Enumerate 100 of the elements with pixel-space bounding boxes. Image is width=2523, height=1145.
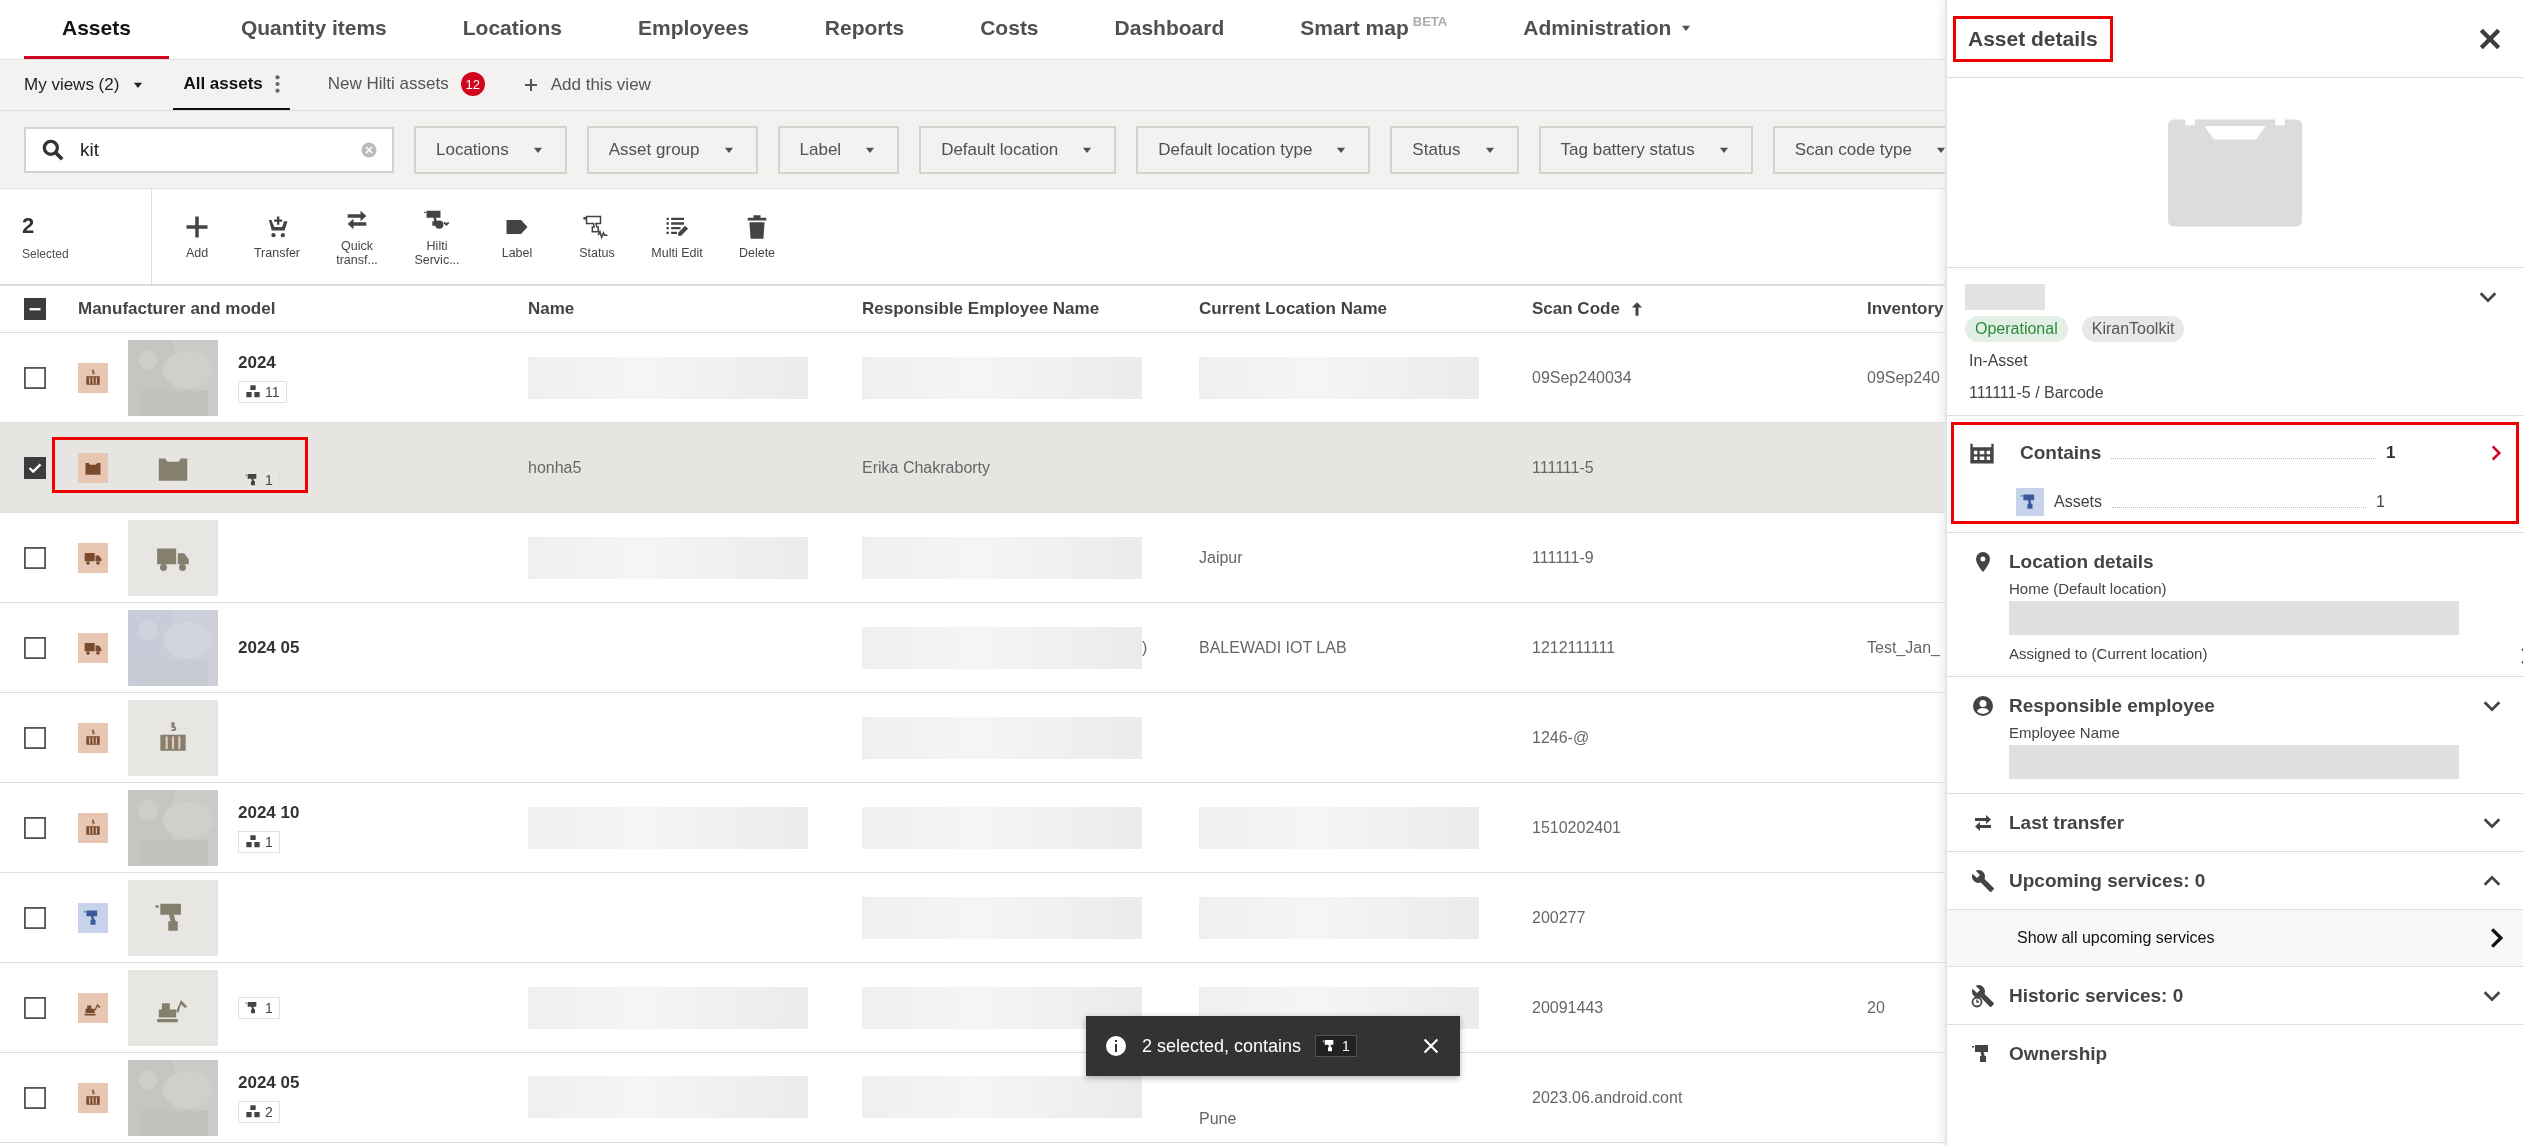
nav-tab[interactable]: Employees: [599, 0, 787, 59]
nav-tab[interactable]: Quantity items: [202, 0, 425, 59]
contents-badge: 1: [238, 468, 280, 491]
row-checkbox[interactable]: [24, 906, 46, 929]
section-title[interactable]: Responsible employee: [2009, 694, 2467, 717]
select-all-checkbox[interactable]: [24, 298, 46, 320]
contents-badge: 1: [1315, 1035, 1357, 1057]
table-cell: 20: [1867, 998, 1885, 1017]
kebab-icon[interactable]: [274, 75, 280, 93]
nav-tab[interactable]: Dashboard: [1076, 0, 1263, 59]
chevron-right-icon: [2490, 927, 2503, 950]
toolbar-button[interactable]: Add: [157, 189, 237, 284]
filter-dropdown[interactable]: Locations: [414, 125, 567, 174]
case-icon: [2168, 118, 2302, 227]
section-title[interactable]: Location details: [2009, 550, 2503, 573]
filter-dropdown[interactable]: Label: [777, 125, 900, 174]
nav-tab[interactable]: Costs: [942, 0, 1077, 59]
table-row[interactable]: 2024 11 09Sep240034 09Sep240: [0, 333, 1945, 423]
toolbar-button[interactable]: Hilti Servic...: [397, 189, 477, 284]
table-row[interactable]: 1 honha5 Erika Chakraborty 111111-5: [0, 423, 1945, 513]
add-view-button[interactable]: Add this view: [522, 60, 651, 110]
info-icon: [1104, 1034, 1128, 1058]
table-row[interactable]: 2024 05 ) BALEWADI IOT LAB 1212111111 Test_Jan_: [0, 603, 1945, 693]
scan-code: 111111-5 / Barcode: [1968, 382, 2104, 403]
column-header[interactable]: Scan Code: [1532, 299, 1620, 319]
table-row[interactable]: 2024 10 1 1510202401: [0, 783, 1945, 873]
table-cell: 200277: [1532, 908, 1586, 927]
filter-dropdown[interactable]: Scan code type: [1772, 125, 1945, 174]
toolbar-button[interactable]: Label: [477, 189, 557, 284]
my-views-dropdown[interactable]: My views (2): [24, 60, 146, 110]
search-field[interactable]: kit: [24, 126, 394, 173]
nav-tab[interactable]: Administration: [1485, 0, 1732, 59]
show-services-link[interactable]: Show all upcoming services: [1947, 909, 2523, 967]
nav-tab[interactable]: Reports: [786, 0, 943, 59]
row-checkbox[interactable]: [24, 456, 46, 479]
field-label: Home (Default location): [2009, 580, 2167, 598]
nav-tab[interactable]: Locations: [424, 0, 600, 59]
status-tag: KiranToolkit: [2081, 316, 2185, 342]
contents-badge: 11: [238, 380, 287, 403]
table-cell: 1212111111: [1532, 638, 1616, 657]
model-text: 2024 05: [238, 637, 300, 658]
table-row[interactable]: 1246-@: [0, 693, 1945, 783]
plus-icon: [522, 77, 539, 93]
table-cell: 09Sep240: [1867, 368, 1940, 387]
column-header[interactable]: Inventory: [1867, 299, 1944, 319]
row-checkbox[interactable]: [24, 636, 46, 659]
drill-icon: [2016, 488, 2044, 517]
table-cell: Pune: [1199, 1110, 1237, 1128]
row-checkbox[interactable]: [24, 726, 46, 749]
section-title[interactable]: Upcoming services: 0: [2009, 869, 2467, 892]
toolbar-button[interactable]: Status: [557, 189, 637, 284]
table-cell: 20091443: [1532, 998, 1604, 1017]
row-checkbox[interactable]: [24, 546, 46, 569]
clear-icon: [360, 140, 378, 159]
filter-dropdown[interactable]: Default location: [919, 125, 1117, 174]
table-cell: 111111-5: [1532, 458, 1594, 477]
section-title[interactable]: Last transfer: [2009, 811, 2467, 834]
nav-tab[interactable]: Smart map $^{BETA}$: [1262, 0, 1486, 59]
search-input[interactable]: kit: [78, 137, 348, 162]
table-row[interactable]: Jaipur 111111-9: [0, 513, 1945, 603]
table-cell: 111111-9: [1532, 548, 1594, 567]
panel-title: Asset details: [1953, 15, 2113, 62]
filter-dropdown[interactable]: Asset group: [586, 125, 758, 174]
contents-badge: 2: [238, 1100, 280, 1123]
contents-badge: 1: [238, 996, 280, 1019]
toolbar-button[interactable]: Quick transf...: [317, 189, 397, 284]
section-title[interactable]: Ownership: [2009, 1042, 2503, 1065]
table-cell: 1246-@: [1532, 728, 1590, 747]
model-text: 2024: [238, 352, 276, 373]
table-cell: BALEWADI IOT LAB: [1199, 638, 1347, 657]
table-cell: Jaipur: [1199, 548, 1243, 567]
column-header[interactable]: Name: [528, 299, 575, 319]
section-title[interactable]: Historic services: 0: [2009, 984, 2467, 1007]
filter-dropdown[interactable]: Tag battery status: [1538, 125, 1753, 174]
column-header[interactable]: Manufacturer and model: [78, 299, 276, 319]
contents-badge: 1: [238, 830, 280, 853]
view-tab[interactable]: New Hilti assets 12: [317, 60, 495, 110]
table-cell: ): [1142, 638, 1148, 657]
filter-dropdown[interactable]: Status: [1390, 125, 1519, 174]
column-header[interactable]: Responsible Employee Name: [862, 299, 1100, 319]
section-title: Contains: [2020, 442, 2102, 465]
row-checkbox[interactable]: [24, 366, 46, 389]
count: 1: [2376, 493, 2386, 512]
toolbar-button[interactable]: Transfer: [237, 189, 317, 284]
toolbar-button[interactable]: Delete: [717, 189, 797, 284]
row-checkbox[interactable]: [24, 816, 46, 839]
contains-label: Assets: [2054, 493, 2102, 512]
table-row[interactable]: 200277: [0, 873, 1945, 963]
row-checkbox[interactable]: [24, 1086, 46, 1109]
field-label: Assigned to (Current location): [2009, 645, 2208, 663]
row-checkbox[interactable]: [24, 996, 46, 1019]
selected-count: 2: [22, 212, 36, 239]
filter-dropdown[interactable]: Default location type: [1136, 125, 1371, 174]
count: 1: [2386, 443, 2397, 464]
table-cell: 09Sep240034: [1532, 368, 1632, 387]
column-header[interactable]: Current Location Name: [1199, 299, 1387, 319]
asset-type: In-Asset: [1968, 351, 2028, 371]
toolbar-button[interactable]: Multi Edit: [637, 189, 717, 284]
status-tag: Operational: [1965, 316, 2068, 342]
table-cell: Test_Jan_: [1867, 638, 1940, 657]
